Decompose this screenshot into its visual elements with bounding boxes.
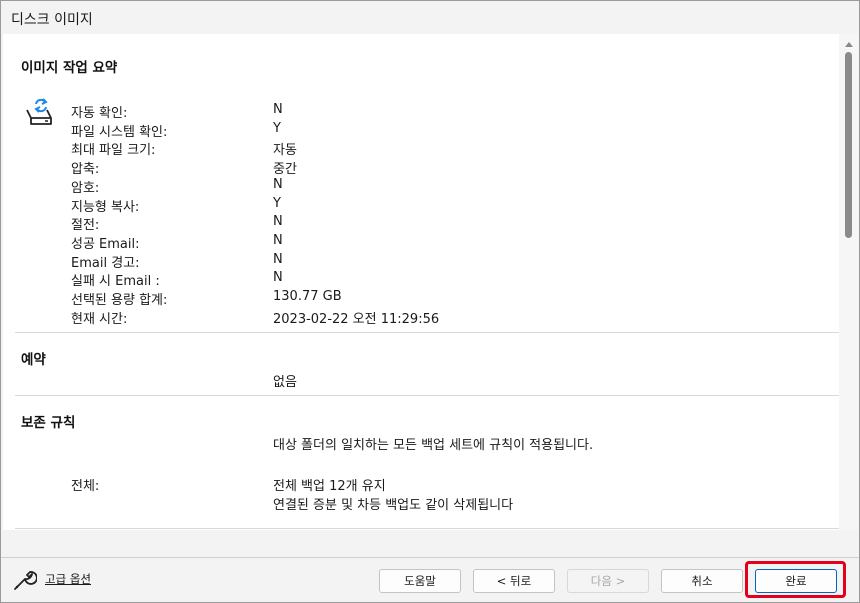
label-failure-email: 실패 시 Email : [71,274,160,289]
label-auto-verify: 자동 확인: [71,106,128,121]
label-power-saving: 절전: [71,218,100,233]
advanced-options-link[interactable]: 고급 옵션 [45,571,91,587]
label-max-file-size: 최대 파일 크기: [71,143,156,158]
section-divider [15,332,839,333]
retention-total-label: 전체: [71,479,100,494]
help-button[interactable]: 도움말 [379,569,461,593]
value-compression: 중간 [273,162,297,177]
retention-section-title: 보존 규칙 [21,415,76,431]
disk-image-icon [26,98,52,125]
vertical-scrollbar[interactable] [839,34,859,530]
next-button[interactable]: 다음 > [567,569,649,593]
cancel-button[interactable]: 취소 [661,569,743,593]
label-success-email: 성공 Email: [71,237,140,252]
label-email-warning: Email 경고: [71,256,140,271]
title-bar: 디스크 이미지 [1,1,859,34]
value-password: N [273,177,283,192]
section-divider [15,395,839,396]
label-current-time: 현재 시간: [71,312,128,327]
value-email-warning: N [273,252,283,267]
value-current-time: 2023-02-22 오전 11:29:56 [273,312,440,327]
retention-delete-note: 연결된 증분 및 차등 백업도 같이 삭제됩니다 [273,498,514,513]
section-divider [15,528,839,529]
value-intelligent-copy: Y [273,196,281,211]
value-auto-verify: N [273,102,283,117]
wrench-icon[interactable] [11,567,37,593]
disk-image-window: 디스크 이미지 이미지 작업 요약 자동 확인: N 파일 시스템 확인: Y … [0,0,860,603]
value-success-email: N [273,233,283,248]
back-button[interactable]: < 뒤로 [473,569,555,593]
schedule-section-title: 예약 [21,352,46,368]
label-selected-total: 선택된 용량 합계: [71,293,168,308]
value-max-file-size: 자동 [273,143,297,158]
retention-keep-full-backups: 전체 백업 12개 유지 [273,479,386,494]
schedule-value: 없음 [273,375,297,390]
finish-button-highlight [745,561,846,598]
label-compression: 압축: [71,162,100,177]
value-power-saving: N [273,214,283,229]
summary-panel: 이미지 작업 요약 자동 확인: N 파일 시스템 확인: Y 최대 파일 크기… [3,34,839,530]
value-filesystem-check: Y [273,121,281,136]
label-password: 암호: [71,181,100,196]
window-title: 디스크 이미지 [11,12,93,28]
value-failure-email: N [273,270,283,285]
scroll-up-arrow-icon[interactable] [845,42,853,47]
value-selected-total: 130.77 GB [273,289,342,304]
scrollbar-thumb[interactable] [845,52,852,238]
dialog-footer: 고급 옵션 도움말 < 뒤로 다음 > 취소 완료 [1,557,859,602]
label-intelligent-copy: 지능형 복사: [71,200,140,215]
retention-description: 대상 폴더의 일치하는 모든 백업 세트에 규칙이 적용됩니다. [273,438,594,453]
summary-section-title: 이미지 작업 요약 [21,60,118,76]
label-filesystem-check: 파일 시스템 확인: [71,125,168,140]
